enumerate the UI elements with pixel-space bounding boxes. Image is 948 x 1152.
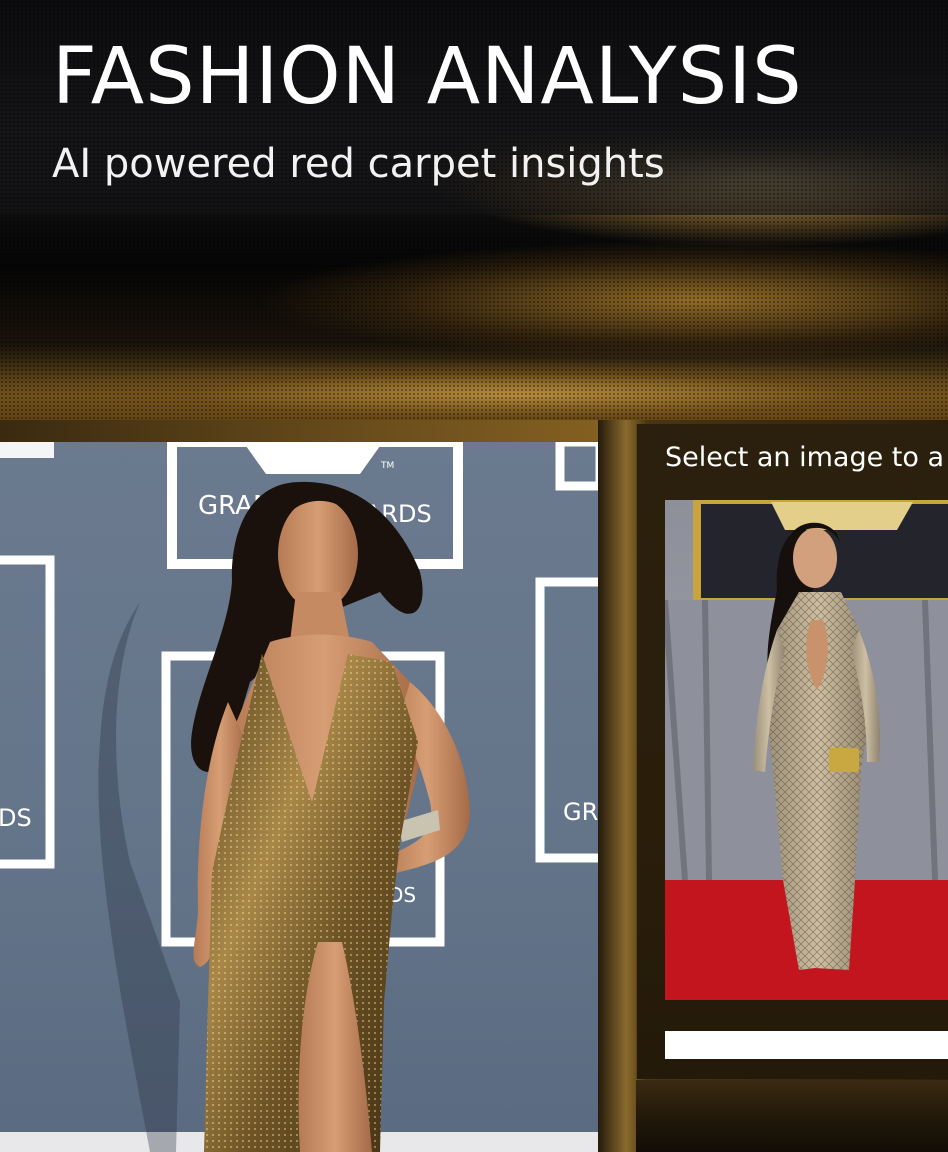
backdrop-text-far-right: GR [563, 798, 598, 826]
page-title: FASHION ANALYSIS [52, 32, 803, 122]
main-photo-drawing: TM GRAM VARDS DS GR DS [0, 442, 598, 1152]
thumbnail-drawing [665, 500, 948, 1000]
side-panel-lower [636, 1080, 948, 1152]
page-subtitle: AI powered red carpet insights [52, 141, 665, 187]
trademark-mark: TM [380, 461, 394, 471]
select-image-prompt: Select an image to a [665, 442, 945, 473]
image-thumbnail[interactable] [665, 500, 948, 1000]
analysis-progress-bar [665, 1031, 948, 1059]
main-photo[interactable]: TM GRAM VARDS DS GR DS [0, 442, 598, 1152]
backdrop-text-far-left: DS [0, 804, 32, 832]
